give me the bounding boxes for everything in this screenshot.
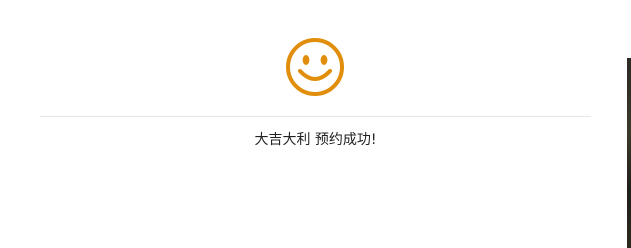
smiley-face-icon <box>285 37 345 97</box>
divider <box>40 116 591 117</box>
success-message: 大吉大利 预约成功! <box>254 132 377 148</box>
success-dialog: 大吉大利 预约成功! <box>0 0 627 248</box>
background-edge <box>627 58 631 248</box>
